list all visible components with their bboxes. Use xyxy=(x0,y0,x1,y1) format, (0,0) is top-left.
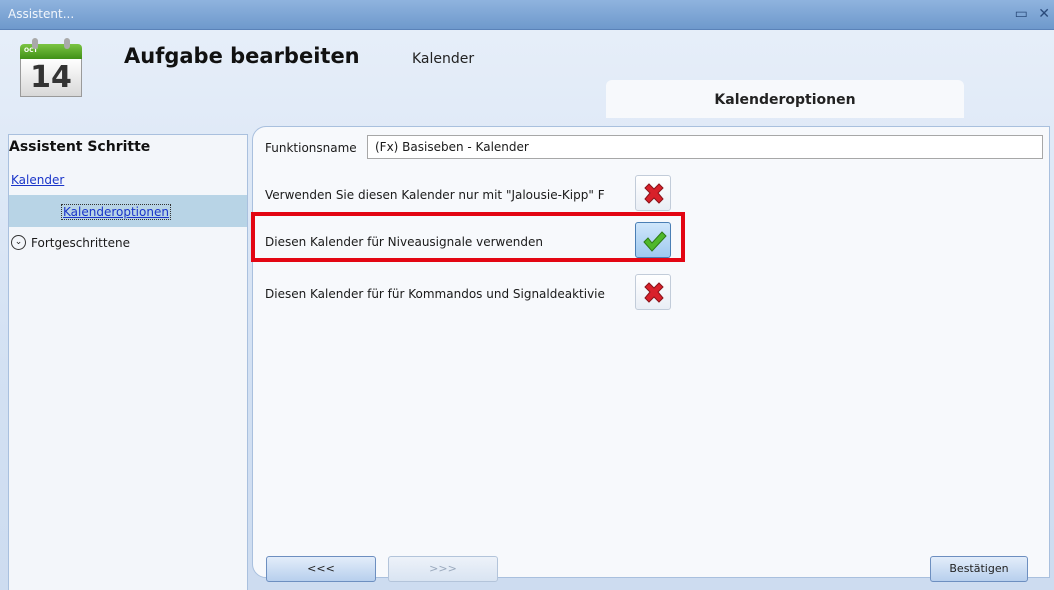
calendar-ring xyxy=(64,38,70,49)
option-toggle-jalousie[interactable] xyxy=(635,175,671,211)
page-title: Aufgabe bearbeiten xyxy=(124,44,360,68)
options-panel: Funktionsname (Fx) Basiseben - Kalender … xyxy=(251,126,1050,578)
wizard-steps-sidebar: Assistent Schritte Kalender Kalenderopti… xyxy=(8,134,248,590)
function-name-label: Funktionsname xyxy=(265,141,357,155)
calendar-icon: OCT 14 xyxy=(20,38,82,98)
calendar-ring xyxy=(32,38,38,49)
sidebar-item-fortgeschrittene[interactable]: ⌄ Fortgeschrittene xyxy=(11,235,130,250)
sidebar-title: Assistent Schritte xyxy=(9,139,151,155)
red-x-icon xyxy=(644,183,664,204)
sidebar-item-label: Kalenderoptionen xyxy=(61,204,171,220)
highlight-box xyxy=(251,212,685,262)
window-controls: ▭ ✕ xyxy=(1009,6,1050,22)
function-name-field[interactable]: (Fx) Basiseben - Kalender xyxy=(367,135,1043,159)
confirm-button[interactable]: Bestätigen xyxy=(930,556,1028,582)
option-toggle-kommandos[interactable] xyxy=(635,274,671,310)
title-bar: Assistent... ▭ ✕ xyxy=(0,0,1054,30)
close-icon[interactable]: ✕ xyxy=(1038,6,1050,22)
restore-icon[interactable]: ▭ xyxy=(1015,6,1028,22)
back-button[interactable]: <<< xyxy=(266,556,376,582)
chevron-down-icon[interactable]: ⌄ xyxy=(11,235,26,250)
option-label: Diesen Kalender für für Kommandos und Si… xyxy=(265,287,605,301)
next-button[interactable]: >>> xyxy=(388,556,498,582)
sidebar-item-label: Fortgeschrittene xyxy=(31,235,130,250)
page-subtitle: Kalender xyxy=(412,51,475,67)
tab-kalenderoptionen[interactable]: Kalenderoptionen xyxy=(606,80,964,118)
sidebar-item-kalenderoptionen[interactable]: Kalenderoptionen xyxy=(9,195,247,227)
calendar-day: 14 xyxy=(20,59,82,97)
sidebar-item-kalender[interactable]: Kalender xyxy=(11,173,64,187)
window-title: Assistent... xyxy=(8,7,75,21)
wizard-window: OCT 14 Aufgabe bearbeiten Kalender Kalen… xyxy=(0,30,1054,590)
red-x-icon xyxy=(644,282,664,303)
option-label: Verwenden Sie diesen Kalender nur mit "J… xyxy=(265,188,605,202)
calendar-icon-top: OCT xyxy=(20,44,82,60)
